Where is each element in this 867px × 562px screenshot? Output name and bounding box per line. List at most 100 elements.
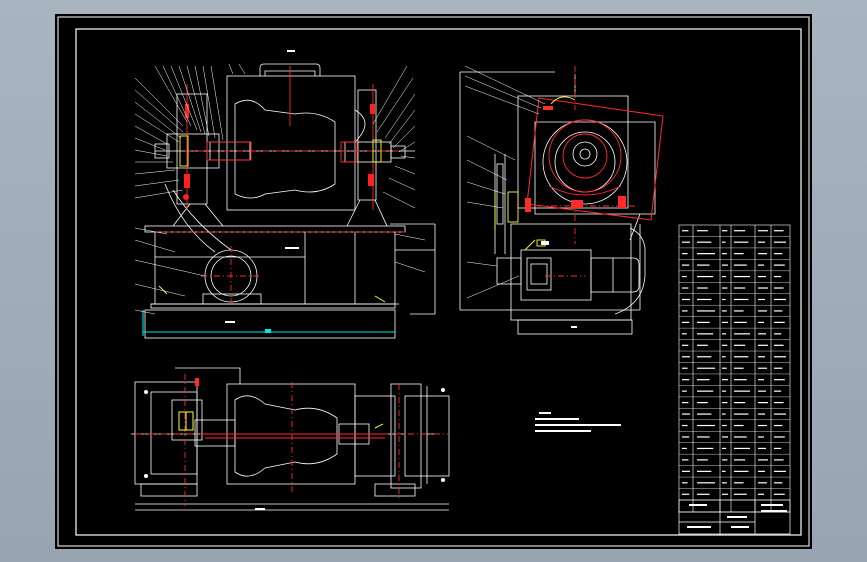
parts-list-cell: [758, 344, 768, 346]
parts-list-cell: [722, 367, 727, 369]
parts-list-cell: [682, 356, 690, 358]
parts-list-cell: [774, 413, 786, 415]
parts-list-cell: [734, 470, 749, 472]
parts-list-cell: [697, 459, 708, 461]
parts-list-cell: [697, 275, 714, 278]
cad-viewport[interactable]: [55, 14, 812, 549]
parts-list-cell: [722, 436, 728, 438]
parts-list-cell: [697, 493, 710, 495]
parts-list-cell: [722, 264, 728, 266]
parts-list-cell: [774, 264, 785, 266]
parts-list-cell: [774, 310, 783, 312]
parts-list-cell: [682, 482, 688, 484]
parts-list-cell: [758, 241, 765, 243]
parts-list-cell: [758, 493, 764, 495]
parts-list-cell: [758, 264, 764, 266]
parts-list-cell: [722, 298, 726, 301]
parts-list-cell: [682, 470, 690, 472]
parts-list-cell: [734, 459, 746, 461]
parts-list-cell: [734, 367, 744, 369]
parts-list-cell: [722, 482, 727, 484]
parts-list-cell: [722, 402, 728, 404]
parts-list-cell: [697, 470, 712, 472]
parts-list-cell: [697, 287, 708, 289]
parts-list-cell: [697, 402, 708, 404]
parts-list-cell: [774, 253, 783, 255]
parts-list-cell: [774, 241, 786, 243]
parts-list-cell: [682, 390, 687, 392]
parts-list-cell: [697, 379, 710, 381]
parts-list-cell: [682, 367, 688, 369]
parts-list-cell: [758, 287, 768, 289]
parts-list-cell: [774, 379, 785, 381]
parts-list-cell: [734, 413, 749, 415]
parts-list-cell: [774, 367, 783, 369]
parts-list-cell: [734, 482, 744, 484]
parts-list-cell: [734, 333, 750, 335]
parts-list-cell: [734, 493, 747, 495]
parts-list-cell: [697, 241, 712, 243]
parts-list-cell: [722, 344, 728, 346]
parts-list-cell: [774, 275, 782, 278]
parts-list-cell: [682, 275, 687, 278]
parts-list-cell: [734, 447, 750, 450]
parts-list-cell: [774, 459, 784, 461]
parts-list-cell: [697, 356, 712, 358]
parts-list-cell: [697, 482, 715, 484]
parts-list-cell: [682, 459, 689, 461]
parts-list-cell: [697, 298, 712, 301]
parts-list-cell: [734, 390, 750, 392]
parts-list-cell: [722, 241, 726, 243]
parts-list-cell: [774, 424, 783, 427]
parts-list-cell: [697, 321, 710, 323]
parts-list-cell: [774, 298, 786, 301]
parts-list-cell: [734, 344, 746, 346]
parts-list-cell: [722, 459, 728, 461]
parts-list-cell: [758, 275, 766, 278]
parts-list-cell: [682, 287, 689, 289]
parts-list-cell: [758, 459, 768, 461]
parts-list-cell: [734, 298, 749, 301]
parts-list-cell: [682, 241, 690, 243]
parts-list-cell: [758, 356, 765, 358]
parts-list-cell: [722, 275, 727, 278]
parts-list-cell: [734, 253, 744, 255]
parts-list-cell: [734, 379, 747, 381]
parts-list-cell: [774, 344, 784, 346]
parts-list-cell: [697, 436, 710, 438]
parts-list-cell: [722, 230, 728, 232]
parts-list-cell: [774, 436, 785, 438]
parts-list-cell: [722, 310, 727, 312]
parts-list-cell: [758, 413, 765, 415]
parts-list-cell: [682, 493, 690, 495]
parts-list-cell: [697, 447, 714, 450]
parts-list-cell: [697, 413, 712, 415]
parts-list-cell: [774, 230, 784, 232]
parts-list-cell: [682, 344, 689, 346]
parts-list-cell: [682, 298, 690, 301]
parts-list-cell: [722, 287, 728, 289]
parts-list-cell: [722, 253, 727, 255]
parts-list-cell: [758, 253, 767, 255]
parts-list-cell: [774, 402, 784, 404]
parts-list-cell: [682, 253, 688, 255]
parts-list-cell: [734, 287, 746, 289]
parts-list-cell: [758, 436, 764, 438]
parts-list-cell: [722, 333, 727, 335]
parts-list-cell: [722, 424, 727, 427]
parts-list-cell: [758, 367, 767, 369]
parts-list-cell: [722, 470, 726, 472]
parts-list-cell: [758, 424, 767, 427]
parts-list-cell: [682, 447, 687, 450]
parts-list-cell: [682, 413, 690, 415]
parts-list-cell: [758, 321, 764, 323]
parts-list-cell: [774, 287, 784, 289]
parts-list-cell: [682, 230, 689, 232]
parts-list-cell: [697, 333, 714, 335]
parts-list-cell: [697, 230, 708, 232]
parts-list-cell: [774, 356, 786, 358]
parts-list-cell: [758, 310, 767, 312]
parts-list-cell: [682, 333, 687, 335]
parts-list-cell: [774, 333, 782, 335]
parts-list-cell: [774, 321, 785, 323]
